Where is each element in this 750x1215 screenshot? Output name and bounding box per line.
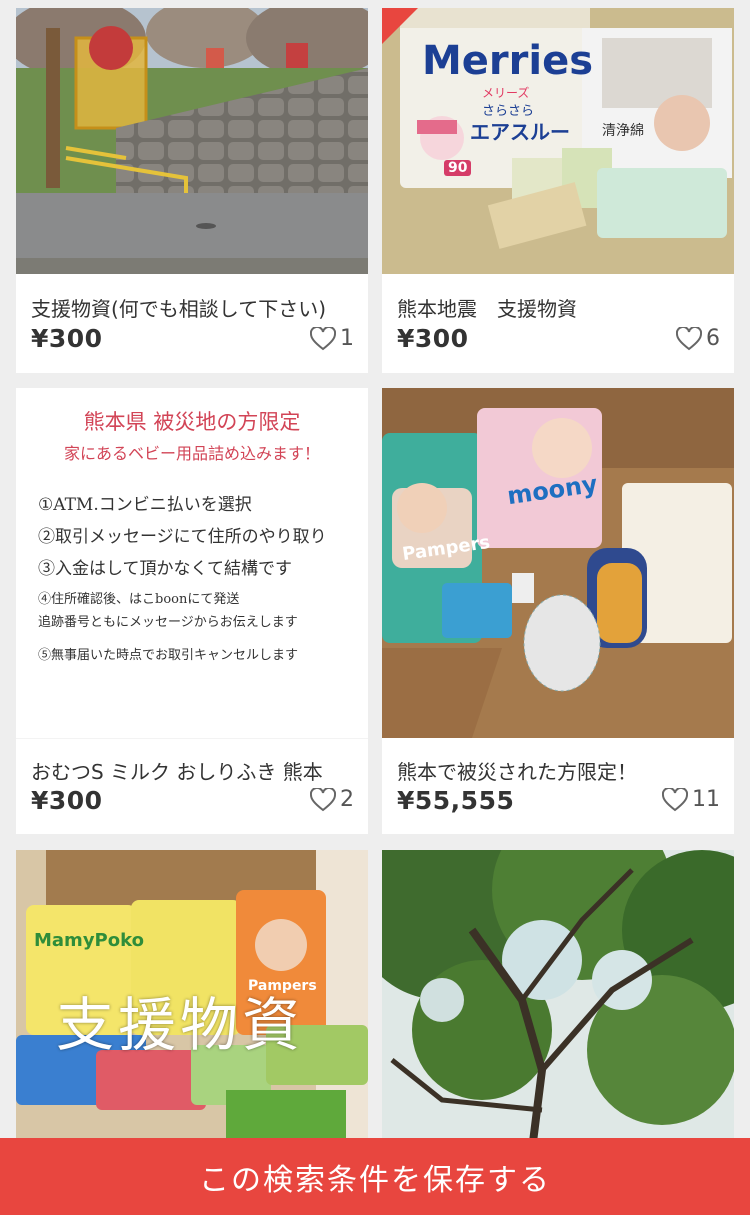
poster-step: 追跡番号ともにメッセージからお伝えします [38,615,298,630]
item-price: ¥300 [31,786,103,815]
poster-step: ③入金はして頂かなくて結構です [38,559,292,579]
heart-icon [310,787,336,811]
item-thumbnail[interactable] [382,850,734,1150]
size-badge: 90 [444,160,472,176]
like-button[interactable]: 6 [676,326,720,351]
item-card[interactable]: 支援物資(何でも相談して下さい) ¥300 1 [16,8,368,373]
poster-step: ⑤無事届いた時点でお取引キャンセルします [38,648,299,663]
item-card[interactable] [382,850,734,1150]
poster-subheading: 家にあるベビー用品詰め込みます！ [63,444,320,463]
heart-icon [310,326,336,350]
like-count: 1 [340,326,354,351]
item-title: 熊本で被災された方限定！ [397,760,637,784]
item-card[interactable]: MamyPoko Pampers 支援物資 [16,850,368,1150]
item-card[interactable]: Merries メリーズ さらさら エアスルー 90 清浄綿 熊本地震 支援物資… [382,8,734,373]
poster-heading: 熊本県 被災地の方限定 [83,410,301,434]
poster-step: ④住所確認後、はこboonにて発送 [38,592,240,607]
heart-icon [662,787,688,811]
pack-line-name: エアスルー [470,120,570,144]
item-card[interactable]: 熊本県 被災地の方限定 家にあるベビー用品詰め込みます！ ①ATM.コンビニ払い… [16,388,368,834]
item-price: ¥300 [31,324,103,353]
like-count: 6 [706,326,720,351]
photo-overlay-text: 支援物資 [56,991,305,1059]
pack-brand-mamypoko: MamyPoko [34,930,144,951]
poster-step: ②取引メッセージにて住所のやり取り [38,527,327,547]
merries-logo: Merries [422,38,594,84]
merries-katakana: メリーズ [482,86,530,100]
item-title: おむつS ミルク おしりふき 熊本 [31,760,323,784]
like-count: 11 [692,787,720,812]
like-count: 2 [340,787,354,812]
item-price: ¥300 [397,324,469,353]
like-button[interactable]: 2 [310,787,354,812]
item-price: ¥55,555 [397,786,515,815]
item-title: 支援物資(何でも相談して下さい) [31,297,327,321]
wipes-label: 清浄綿 [602,123,644,139]
like-button[interactable]: 11 [662,787,720,812]
poster-step: ①ATM.コンビニ払いを選択 [38,495,252,515]
item-title: 熊本地震 支援物資 [397,297,577,321]
save-search-button[interactable]: この検索条件を保存する [0,1138,750,1215]
heart-icon [676,326,702,350]
item-thumbnail[interactable] [16,8,368,274]
item-thumbnail[interactable]: Pampers moony [382,388,734,738]
item-thumbnail[interactable]: 熊本県 被災地の方限定 家にあるベビー用品詰め込みます！ ①ATM.コンビニ払い… [16,388,368,739]
like-button[interactable]: 1 [310,326,354,351]
item-card[interactable]: Pampers moony 熊本で被災された方限定！ ¥55,555 11 [382,388,734,834]
item-thumbnail[interactable]: MamyPoko Pampers 支援物資 [16,850,368,1150]
